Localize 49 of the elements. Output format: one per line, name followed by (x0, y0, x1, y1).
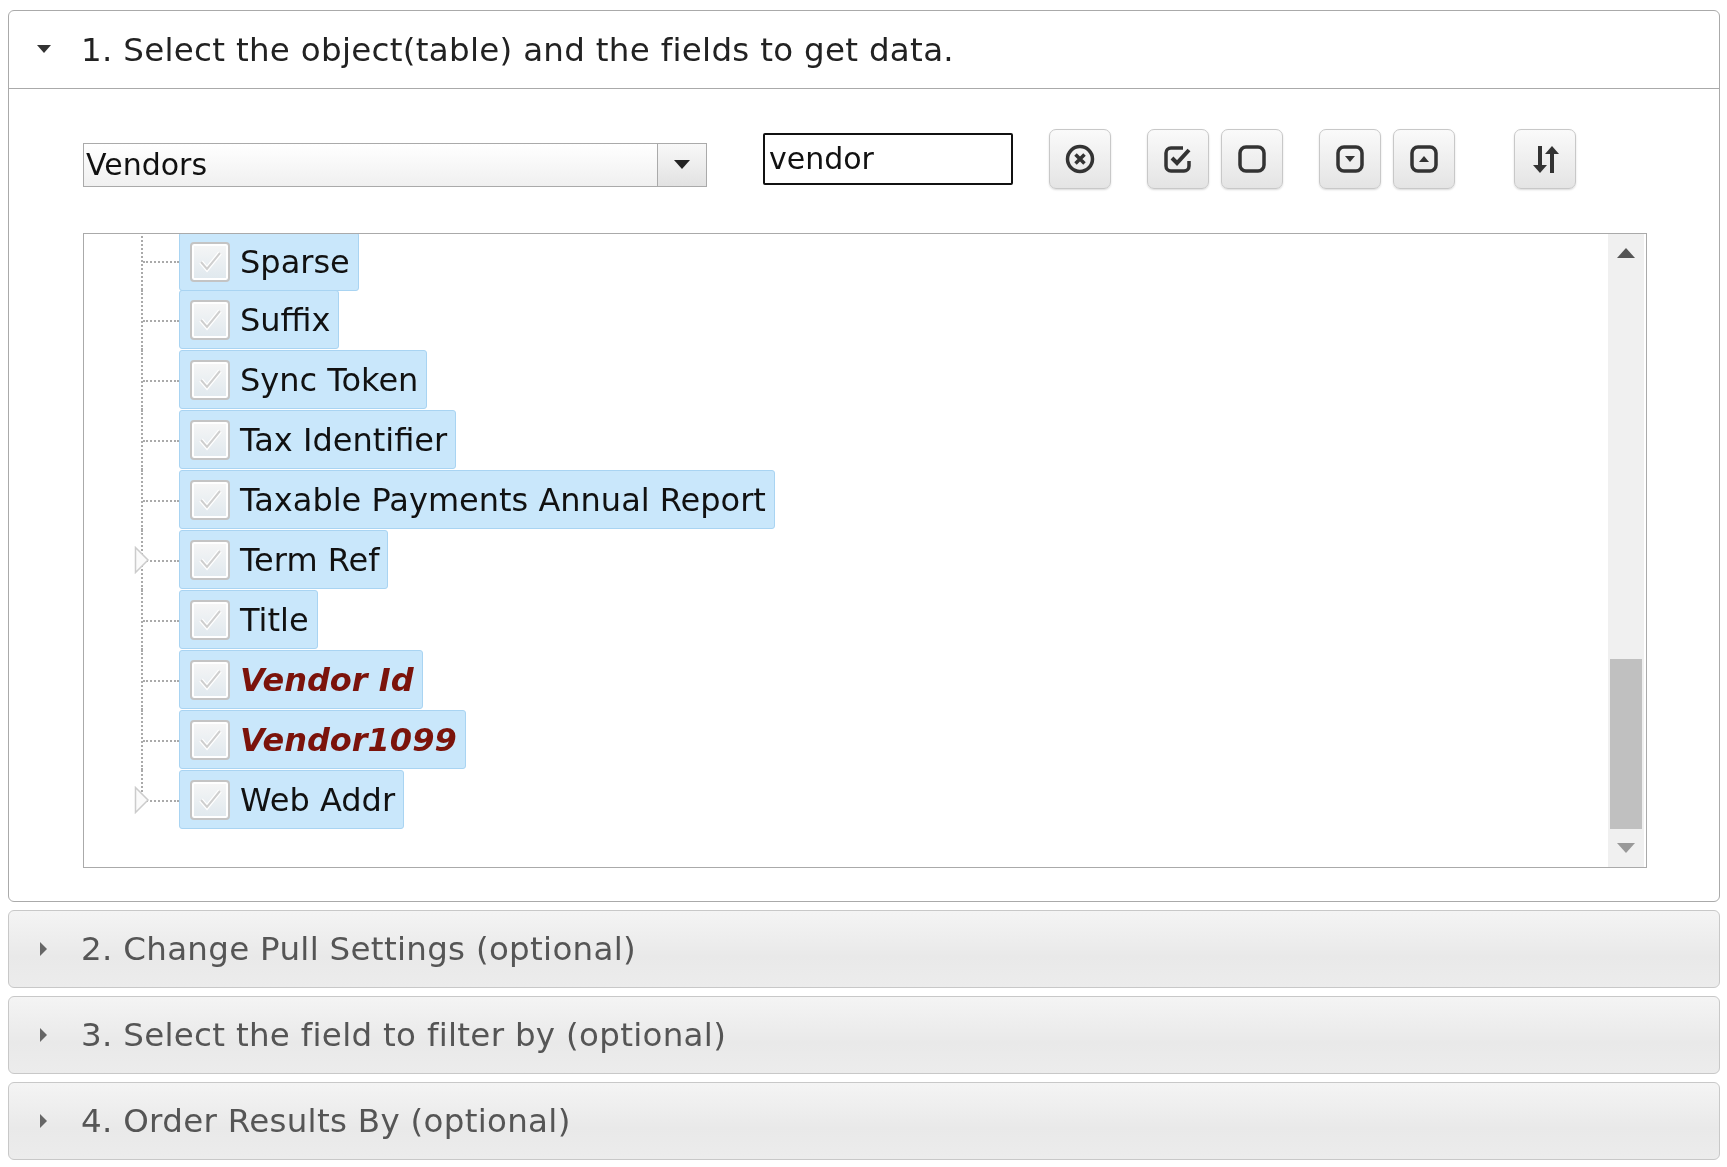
checkbox[interactable] (190, 359, 230, 400)
scroll-down-icon[interactable] (1617, 843, 1635, 853)
square-down-icon (1335, 143, 1365, 174)
uncheck-all-button[interactable] (1221, 128, 1283, 189)
square-icon (1237, 143, 1267, 174)
tree-item[interactable]: Sync Token (179, 350, 428, 409)
accordion-title: 4. Order Results By (optional) (81, 1102, 571, 1140)
clear-button[interactable] (1049, 128, 1111, 189)
square-up-icon (1409, 143, 1439, 174)
accordion-title: 2. Change Pull Settings (optional) (81, 930, 637, 968)
scroll-up-icon[interactable] (1617, 248, 1635, 258)
checkbox[interactable] (190, 599, 230, 640)
tree-item[interactable]: Vendor1099 (179, 710, 466, 769)
dropdown-caret-icon (674, 159, 690, 170)
tree-item[interactable]: Sparse (179, 234, 359, 291)
tree-item[interactable]: Vendor Id (179, 650, 423, 709)
sort-icon (1530, 143, 1560, 174)
checked-box-icon (1163, 143, 1193, 174)
tree-item[interactable]: Term Ref (179, 530, 389, 589)
accordion-header[interactable]: 3. Select the field to filter by (optional) (9, 997, 1719, 1073)
search-field[interactable]: vendor (763, 132, 1013, 185)
accordion-title: 3. Select the field to filter by (optional) (81, 1016, 727, 1054)
expander-icon[interactable] (134, 786, 150, 814)
accordion-header[interactable]: 1. Select the object(table) and the fields to get data. (9, 11, 1719, 89)
checkbox[interactable] (190, 299, 230, 340)
tree-item[interactable]: Web Addr (179, 770, 405, 829)
checkbox[interactable] (190, 419, 230, 460)
check-all-button[interactable] (1147, 128, 1209, 189)
checkbox[interactable] (190, 479, 230, 520)
checkbox[interactable] (190, 539, 230, 580)
tree-item[interactable]: Taxable Payments Annual Report (179, 470, 775, 529)
scroll-thumb[interactable] (1610, 659, 1642, 829)
tree-item[interactable]: Tax Identifier (179, 410, 457, 469)
checkbox[interactable] (190, 241, 230, 282)
accordion-header[interactable]: 4. Order Results By (optional) (9, 1083, 1719, 1159)
tree-item[interactable]: Title (179, 590, 318, 649)
clear-icon (1065, 143, 1095, 174)
accordion-title: 1. Select the object(table) and the fields to get data. (81, 30, 954, 69)
object-dropdown[interactable]: Vendors (83, 142, 707, 187)
checkbox[interactable] (190, 719, 230, 760)
expander-icon[interactable] (134, 546, 150, 574)
collapse-all-button[interactable] (1393, 128, 1455, 189)
tree-item[interactable]: Suffix (179, 290, 340, 349)
checkbox[interactable] (190, 779, 230, 820)
scrollbar[interactable] (1608, 234, 1644, 867)
checkbox[interactable] (190, 659, 230, 700)
expand-all-button[interactable] (1319, 128, 1381, 189)
sort-button[interactable] (1514, 128, 1576, 189)
accordion-header[interactable]: 2. Change Pull Settings (optional) (9, 911, 1719, 987)
